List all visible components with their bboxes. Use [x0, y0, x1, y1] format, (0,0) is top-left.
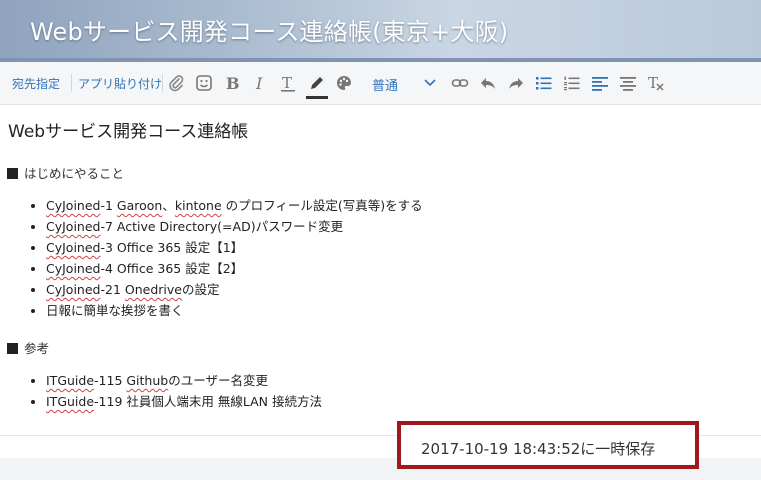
toolbar-divider	[162, 74, 163, 92]
section-heading: はじめにやること	[7, 163, 124, 182]
format-select[interactable]: 普通	[368, 72, 440, 94]
list-item: CyJoined-1 Garoon、kintone のプロフィール設定(写真等)…	[46, 195, 423, 216]
italic-icon[interactable]: I	[248, 71, 272, 95]
pen-icon[interactable]	[305, 71, 329, 95]
editor-content[interactable]: Webサービス開発コース連絡帳 はじめにやること CyJoined-1 Garo…	[0, 105, 761, 435]
toolbar-divider	[71, 74, 72, 92]
reference-list: ITGuide-115 Githubのユーザー名変更 ITGuide-119 社…	[30, 370, 322, 412]
format-select-value: 普通	[372, 79, 399, 94]
recipient-button[interactable]: 宛先指定	[12, 75, 60, 92]
clear-format-icon[interactable]: T	[644, 71, 668, 95]
list-item: CyJoined-4 Office 365 設定【2】	[46, 258, 423, 279]
list-item: CyJoined-7 Active Directory(=AD)パスワード変更	[46, 216, 423, 237]
editor-toolbar: 宛先指定 アプリ貼り付け B I T 普通 T	[0, 62, 761, 105]
bullet-list-icon[interactable]	[532, 71, 556, 95]
list-item: 日報に簡単な挨拶を書く	[46, 300, 423, 321]
paperclip-icon[interactable]	[164, 71, 188, 95]
align-left-icon[interactable]	[588, 71, 612, 95]
undo-icon[interactable]	[476, 71, 500, 95]
app-paste-button[interactable]: アプリ貼り付け	[78, 75, 162, 92]
emoji-icon[interactable]	[192, 71, 216, 95]
page-title: Webサービス開発コース連絡帳(東京+大阪)	[30, 18, 509, 46]
save-status-highlight: 2017-10-19 18:43:52に一時保存	[397, 421, 699, 469]
svg-text:I: I	[255, 74, 263, 92]
todo-list: CyJoined-1 Garoon、kintone のプロフィール設定(写真等)…	[30, 195, 423, 321]
palette-icon[interactable]	[332, 71, 356, 95]
svg-text:B: B	[226, 74, 240, 92]
redo-icon[interactable]	[504, 71, 528, 95]
chevron-down-icon	[424, 77, 436, 92]
list-item: ITGuide-115 Githubのユーザー名変更	[46, 370, 322, 391]
list-item: CyJoined-21 Onedriveの設定	[46, 279, 423, 300]
text-size-icon[interactable]: T	[276, 71, 300, 95]
bold-icon[interactable]: B	[220, 71, 244, 95]
align-center-icon[interactable]	[616, 71, 640, 95]
svg-text:T: T	[282, 74, 292, 92]
list-item: CyJoined-3 Office 365 設定【1】	[46, 237, 423, 258]
numbered-list-icon[interactable]	[560, 71, 584, 95]
square-bullet-icon	[7, 168, 18, 179]
pen-color-indicator	[306, 96, 328, 99]
save-status: 2017-10-19 18:43:52に一時保存	[421, 440, 656, 458]
list-item: ITGuide-119 社員個人端末用 無線LAN 接続方法	[46, 391, 322, 412]
section-heading: 参考	[7, 338, 49, 357]
document-title: Webサービス開発コース連絡帳	[8, 122, 249, 142]
app-header: Webサービス開発コース連絡帳(東京+大阪)	[0, 0, 761, 62]
link-icon[interactable]	[448, 71, 472, 95]
svg-text:T: T	[648, 74, 658, 92]
square-bullet-icon	[7, 343, 18, 354]
